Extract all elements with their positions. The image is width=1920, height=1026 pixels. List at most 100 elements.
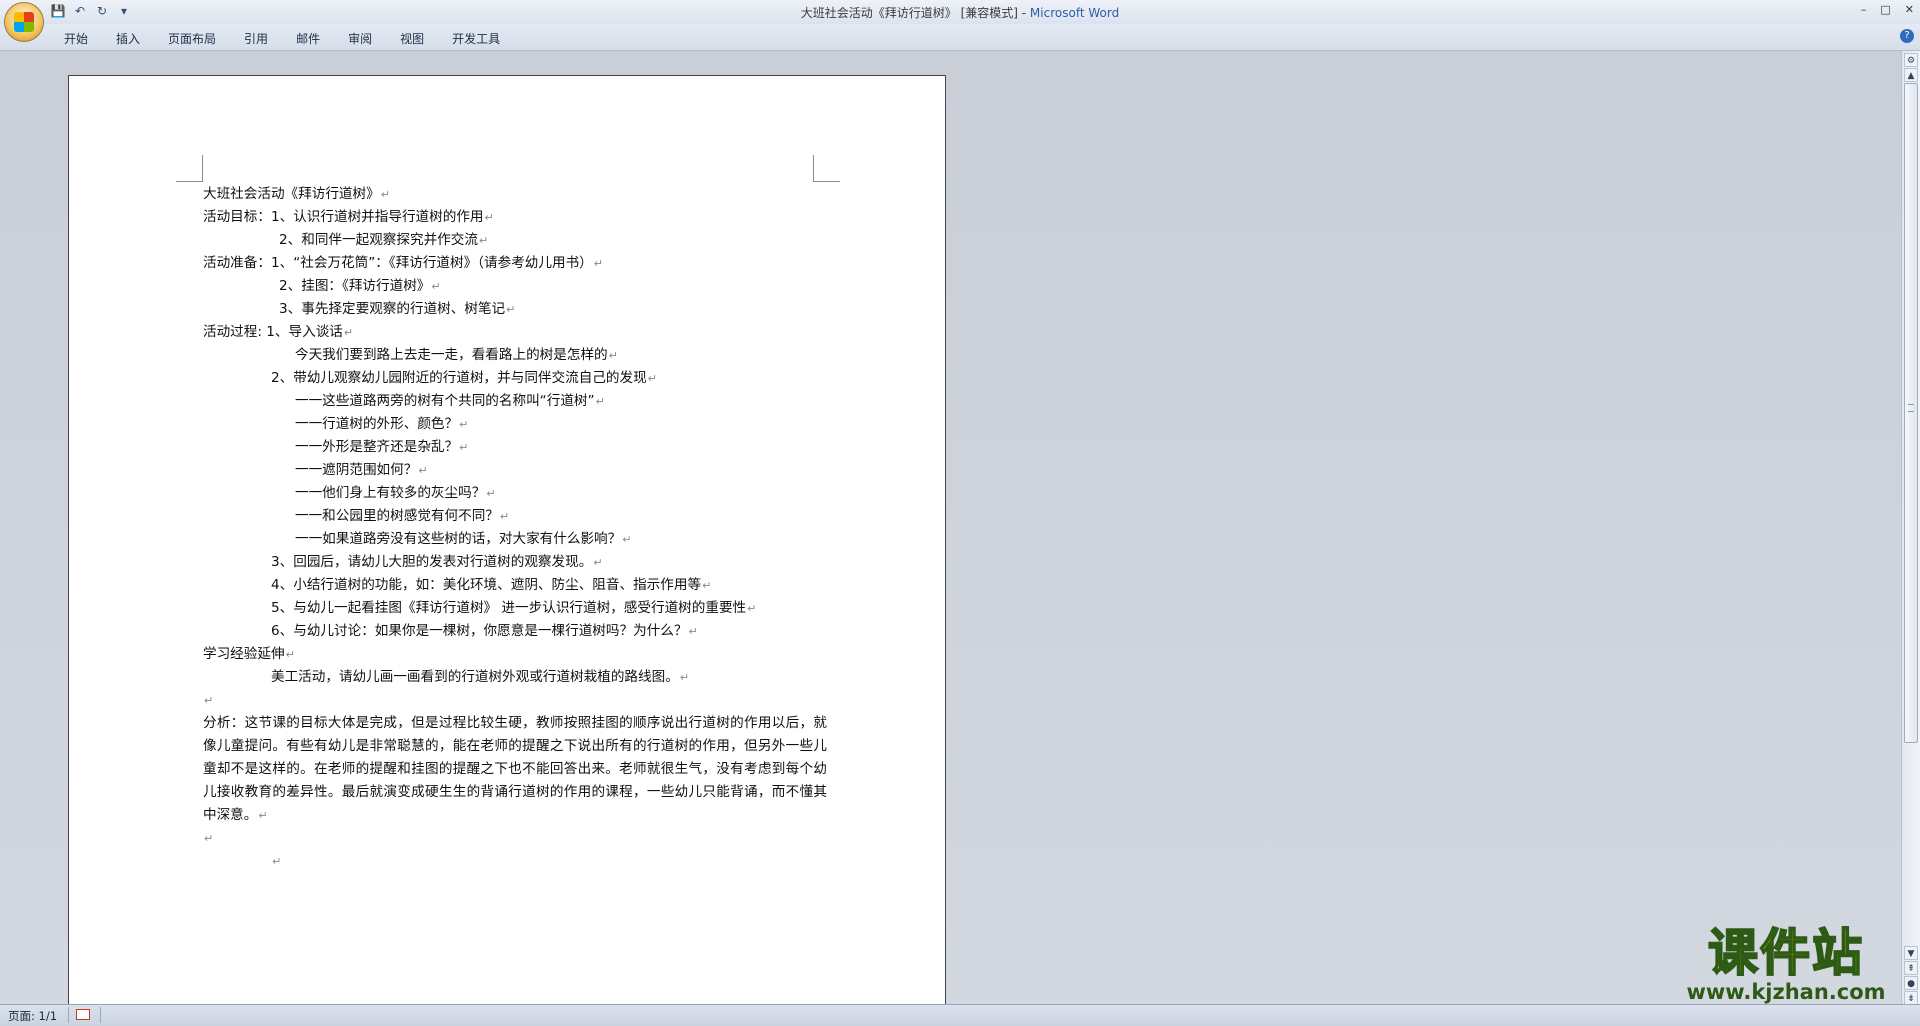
paragraph-mark: ↵ <box>622 533 632 546</box>
thumb-grip-icon <box>1908 404 1914 412</box>
line-text: 一一遮阴范围如何？ <box>295 462 418 478</box>
document-workspace: 大班社会活动《拜访行道树》↵ 活动目标：1、认识行道树并指导行道树的作用↵ 2、和同… <box>0 51 1902 1017</box>
line-text: 活动过程: 1、导入谈话 <box>203 324 343 340</box>
line-text: 学习经验延伸 <box>203 646 285 662</box>
scroll-down-icon[interactable]: ▼ <box>1904 946 1918 960</box>
document-line: 4、小结行道树的功能，如：美化环境、遮阴、防尘、阻音、指示作用等↵ <box>203 574 843 597</box>
document-line: 活动目标：1、认识行道树并指导行道树的作用↵ <box>203 206 843 229</box>
document-line: 3、回园后，请幼儿大胆的发表对行道树的观察发现。↵ <box>203 551 843 574</box>
document-line: 一一遮阴范围如何？↵ <box>203 459 843 482</box>
paragraph-mark: ↵ <box>647 372 657 385</box>
paragraph-mark: ↵ <box>679 671 690 684</box>
line-text: 一一和公园里的树感觉有何不同？ <box>295 508 499 524</box>
next-page-icon[interactable]: ⇟ <box>1904 991 1918 1005</box>
line-text: 活动准备：1、“社会万花筒”：《拜访行道树》（请参考幼儿用书） <box>203 255 593 271</box>
status-separator <box>68 1007 69 1023</box>
maximize-button[interactable]: □ <box>1880 3 1890 16</box>
paragraph-mark: ↵ <box>258 809 268 822</box>
document-line: 活动准备：1、“社会万花筒”：《拜访行道树》（请参考幼儿用书）↵ <box>203 252 843 275</box>
paragraph-mark: ↵ <box>418 464 428 477</box>
paragraph-mark: ↵ <box>499 510 510 523</box>
document-line: 活动过程: 1、导入谈话↵ <box>203 321 843 344</box>
document-line: 一一行道树的外形、颜色？↵ <box>203 413 843 436</box>
document-line: 3、事先择定要观察的行道树、树笔记↵ <box>203 298 843 321</box>
window-title-app: Microsoft Word <box>1029 6 1120 20</box>
tab-home[interactable]: 开始 <box>50 30 102 47</box>
watermark: 课件站 www.kjzhan.com <box>1670 924 1902 1003</box>
title-bar: 💾 ↶ ↻ ▾ 大班社会活动《拜访行道树》 [兼容模式] - Microsoft… <box>0 0 1920 42</box>
close-button[interactable]: ✕ <box>1905 3 1914 16</box>
status-bar: 页面: 1/1 <box>0 1004 1920 1026</box>
line-text: 今天我们要到路上去走一走，看看路上的树是怎样的 <box>295 347 608 363</box>
line-text: 3、事先择定要观察的行道树、树笔记 <box>279 301 506 317</box>
tab-review[interactable]: 审阅 <box>334 30 386 47</box>
tab-page-layout[interactable]: 页面布局 <box>154 30 230 47</box>
scroll-up-icon[interactable]: ▲ <box>1904 68 1918 82</box>
proofing-icon[interactable] <box>76 1009 90 1020</box>
paragraph-mark: ↵ <box>593 257 603 270</box>
paragraph-mark: ↵ <box>285 648 295 661</box>
document-lines: 大班社会活动《拜访行道树》↵ 活动目标：1、认识行道树并指导行道树的作用↵ 2、和同… <box>203 183 843 712</box>
analysis-paragraph: 分析：这节课的目标大体是完成，但是过程比较生硬，教师按照挂图的顺序说出行道树的作… <box>203 712 827 827</box>
tab-references[interactable]: 引用 <box>230 30 282 47</box>
paragraph-mark: ↵ <box>204 832 214 845</box>
paragraph-mark: ↵ <box>272 855 282 868</box>
crop-mark-top-left <box>176 155 203 182</box>
paragraph-mark: ↵ <box>608 349 618 362</box>
paragraph-mark: ↵ <box>688 625 698 638</box>
line-text: 大班社会活动《拜访行道树》 <box>203 186 380 202</box>
tab-view[interactable]: 视图 <box>386 30 438 47</box>
line-text: 一一外形是整齐还是杂乱？ <box>295 439 459 455</box>
minimize-button[interactable]: – <box>1861 3 1867 16</box>
document-line: 一一如果道路旁没有这些树的话，对大家有什么影响？↵ <box>203 528 843 551</box>
browse-object-icon[interactable]: ● <box>1904 976 1918 990</box>
paragraph-mark: ↵ <box>486 487 496 500</box>
document-line: 一一这些道路两旁的树有个共同的名称叫“行道树”↵ <box>203 390 843 413</box>
tab-insert[interactable]: 插入 <box>102 30 154 47</box>
document-line: 5、与幼儿一起看挂图《拜访行道树》 进一步认识行道树，感受行道树的重要性↵ <box>203 597 843 620</box>
paragraph-mark: ↵ <box>702 579 712 592</box>
line-text: 美工活动，请幼儿画一画看到的行道树外观或行道树栽植的路线图。 <box>271 669 679 685</box>
paragraph-mark: ↵ <box>343 326 354 339</box>
status-separator <box>100 1007 101 1023</box>
document-line: 学习经验延伸↵ <box>203 643 843 666</box>
window-controls: – □ ✕ <box>1861 3 1914 16</box>
paragraph-mark: ↵ <box>459 441 469 454</box>
line-text: 一一这些道路两旁的树有个共同的名称叫“行道树” <box>295 393 595 409</box>
ribbon-tabs: 开始 插入 页面布局 引用 邮件 审阅 视图 开发工具 <box>50 30 514 47</box>
line-text: 活动目标：1、认识行道树并指导行道树的作用 <box>203 209 484 225</box>
scroll-thumb[interactable] <box>1904 83 1918 743</box>
window-title: 大班社会活动《拜访行道树》 [兼容模式] - Microsoft Word <box>0 4 1920 21</box>
analysis-text: 分析：这节课的目标大体是完成，但是过程比较生硬，教师按照挂图的顺序说出行道树的作… <box>203 715 827 823</box>
document-line: 美工活动，请幼儿画一画看到的行道树外观或行道树栽植的路线图。↵ <box>203 666 843 689</box>
document-line: 6、与幼儿讨论：如果你是一棵树，你愿意是一棵行道树吗？为什么？↵ <box>203 620 843 643</box>
help-icon[interactable]: ? <box>1900 29 1914 43</box>
crop-mark-top-right <box>813 155 840 182</box>
line-text: 3、回园后，请幼儿大胆的发表对行道树的观察发现。 <box>271 554 593 570</box>
line-text: 2、带幼儿观察幼儿园附近的行道树，并与同伴交流自己的发现 <box>271 370 647 386</box>
tab-mailings[interactable]: 邮件 <box>282 30 334 47</box>
paragraph-mark: ↵ <box>380 188 390 201</box>
line-text: 一一他们身上有较多的灰尘吗？ <box>295 485 486 501</box>
document-body[interactable]: 大班社会活动《拜访行道树》↵ 活动目标：1、认识行道树并指导行道树的作用↵ 2、和同… <box>203 183 843 873</box>
line-text: 2、和同伴一起观察探究并作交流 <box>279 232 478 248</box>
paragraph-mark: ↵ <box>593 556 603 569</box>
paragraph-mark: ↵ <box>506 303 516 316</box>
window-title-doc: 大班社会活动《拜访行道树》 [兼容模式] - <box>800 6 1030 20</box>
tab-developer[interactable]: 开发工具 <box>438 30 514 47</box>
ruler-toggle-icon[interactable]: ⚙ <box>1904 53 1918 67</box>
line-text: 2、挂图：《拜访行道树》 <box>279 278 431 294</box>
line-text: 一一如果道路旁没有这些树的话，对大家有什么影响？ <box>295 531 622 547</box>
document-page[interactable]: 大班社会活动《拜访行道树》↵ 活动目标：1、认识行道树并指导行道树的作用↵ 2、和同… <box>68 75 946 1017</box>
office-button[interactable] <box>4 2 44 42</box>
line-text: 一一行道树的外形、颜色？ <box>295 416 459 432</box>
document-line: 今天我们要到路上去走一走，看看路上的树是怎样的↵ <box>203 344 843 367</box>
paragraph-mark: ↵ <box>431 280 441 293</box>
document-line: 一一他们身上有较多的灰尘吗？↵ <box>203 482 843 505</box>
watermark-title: 课件站 <box>1707 924 1864 982</box>
ribbon: 开始 插入 页面布局 引用 邮件 审阅 视图 开发工具 ? <box>0 24 1920 51</box>
previous-page-icon[interactable]: ⇞ <box>1904 961 1918 975</box>
page-info[interactable]: 页面: 1/1 <box>8 1008 57 1024</box>
vertical-scrollbar[interactable]: ⚙ ▲ ▼ ⇞ ● ⇟ <box>1901 51 1920 1005</box>
paragraph-mark: ↵ <box>478 234 489 247</box>
